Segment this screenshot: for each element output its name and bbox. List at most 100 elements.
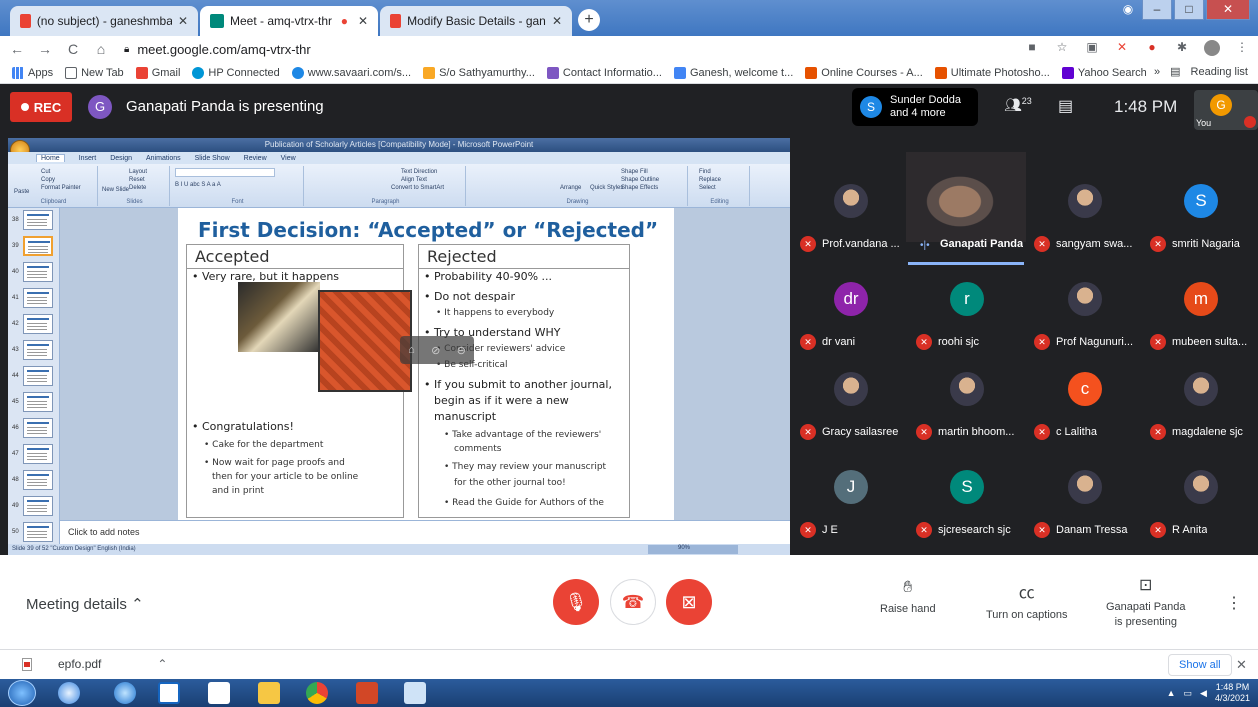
participant-tile[interactable]: S ✕ sjcresearch sjc bbox=[908, 436, 1024, 538]
new-slide-button[interactable]: New Slide bbox=[102, 186, 129, 194]
profile-icon[interactable]: ◉ bbox=[1116, 0, 1140, 20]
others-presenting[interactable]: S Sunder Dodda and 4 more bbox=[852, 88, 978, 126]
participant-tile[interactable]: m ✕ mubeen sulta... bbox=[1142, 248, 1258, 350]
reset-button[interactable]: Reset bbox=[103, 176, 166, 184]
download-item[interactable]: epfo.pdf ⌃ bbox=[22, 657, 167, 671]
font-format-buttons[interactable]: B I U abc S A a A bbox=[175, 181, 300, 189]
ribbon-tab-design[interactable]: Design bbox=[110, 155, 132, 162]
show-all-button[interactable]: Show all bbox=[1168, 654, 1232, 676]
app-icon[interactable] bbox=[404, 682, 426, 704]
shape-fill-button[interactable]: Shape Fill bbox=[471, 168, 684, 176]
people-button[interactable]: 👥︎23 bbox=[1004, 96, 1032, 114]
slide-thumb[interactable]: 45 bbox=[12, 390, 56, 414]
participant-tile[interactable]: ✕ Prof Nagunuri... bbox=[1026, 248, 1142, 350]
powerpoint-icon[interactable] bbox=[356, 682, 378, 704]
mic-toggle-button[interactable]: 🎙︎ bbox=[553, 579, 599, 625]
close-icon[interactable]: ✕ bbox=[1236, 657, 1247, 673]
media-icon[interactable] bbox=[158, 682, 180, 704]
avatar[interactable] bbox=[1204, 40, 1220, 56]
copy-button[interactable]: Copy bbox=[13, 176, 94, 184]
puzzle-icon[interactable]: ✱ bbox=[1174, 40, 1190, 56]
slide-thumb[interactable]: 48 bbox=[12, 468, 56, 492]
maximize-button[interactable]: □ bbox=[1174, 0, 1204, 20]
text-direction-button[interactable]: Text Direction bbox=[309, 168, 462, 176]
bookmark-photoshop[interactable]: Ultimate Photosho... bbox=[934, 66, 1050, 79]
bookmark-savaari[interactable]: www.savaari.com/s... bbox=[291, 66, 411, 79]
reload-icon[interactable]: C bbox=[62, 41, 84, 57]
find-button[interactable]: Find bbox=[693, 168, 746, 176]
tray-arrow-icon[interactable]: ▲ bbox=[1167, 688, 1176, 698]
chat-icon[interactable]: ▤ bbox=[1058, 96, 1073, 116]
notes-pane[interactable]: Click to add notes bbox=[60, 520, 790, 544]
back-icon[interactable]: ← bbox=[6, 41, 28, 57]
volume-icon[interactable]: ◀ bbox=[1200, 688, 1207, 699]
home-icon[interactable]: ⌂ bbox=[90, 41, 112, 57]
network-icon[interactable]: ▭ bbox=[1184, 688, 1193, 699]
notepad-icon[interactable] bbox=[208, 682, 230, 704]
participant-tile[interactable]: ✕ martin bhoom... bbox=[908, 338, 1024, 440]
ribbon-tab-insert[interactable]: Insert bbox=[79, 155, 97, 162]
ribbon-tab-slideshow[interactable]: Slide Show bbox=[195, 155, 230, 162]
ribbon-tab-review[interactable]: Review bbox=[244, 155, 267, 162]
video-control-overlay[interactable]: ⌂ ⊘ ⊖ bbox=[400, 336, 474, 364]
participant-tile[interactable]: ✕ R Anita bbox=[1142, 436, 1258, 538]
ribbon-tab-animations[interactable]: Animations bbox=[146, 155, 181, 162]
slide[interactable]: First Decision: “Accepted” or “Rejected”… bbox=[178, 208, 674, 520]
bookmark-courses[interactable]: Online Courses - A... bbox=[805, 66, 923, 79]
slide-thumb[interactable]: 42 bbox=[12, 312, 56, 336]
slide-thumb[interactable]: 43 bbox=[12, 338, 56, 362]
slide-thumb[interactable]: 38 bbox=[12, 208, 56, 232]
more-bookmarks-button[interactable]: » bbox=[1154, 66, 1160, 78]
mute-icon[interactable]: ⊘ bbox=[431, 344, 440, 357]
participant-tile[interactable]: c ✕ c Lalitha bbox=[1026, 338, 1142, 440]
raise-hand-button[interactable]: ✋︎ Raise hand bbox=[880, 579, 936, 615]
slide-thumb[interactable]: 49 bbox=[12, 494, 56, 518]
reading-list-button[interactable]: Reading list bbox=[1191, 66, 1248, 78]
media-player-icon[interactable] bbox=[58, 682, 80, 704]
more-options-icon[interactable]: ⋮ bbox=[1226, 593, 1242, 613]
ribbon-tab-view[interactable]: View bbox=[281, 155, 296, 162]
bookmark-gmail[interactable]: Gmail bbox=[135, 66, 180, 79]
arrange-button[interactable]: Arrange bbox=[560, 184, 581, 192]
participant-tile-active[interactable]: Ganapati Panda •|• bbox=[906, 152, 1026, 265]
zoom-slider[interactable]: 90% bbox=[648, 545, 738, 554]
folder-icon[interactable] bbox=[258, 682, 280, 704]
close-icon[interactable]: ✕ bbox=[178, 14, 188, 28]
slide-thumb[interactable]: 39 bbox=[12, 234, 56, 258]
slide-thumb[interactable]: 40 bbox=[12, 260, 56, 284]
layout-button[interactable]: Layout bbox=[103, 168, 166, 176]
bookmark-apps[interactable]: Apps bbox=[12, 66, 53, 79]
slide-thumb[interactable]: 46 bbox=[12, 416, 56, 440]
system-clock[interactable]: 1:48 PM 4/3/2021 bbox=[1215, 682, 1250, 704]
font-controls[interactable] bbox=[175, 168, 275, 177]
slide-thumb[interactable]: 44 bbox=[12, 364, 56, 388]
extension-icon[interactable]: ▣ bbox=[1084, 40, 1100, 56]
meeting-details-button[interactable]: Meeting details ⌃ bbox=[26, 595, 144, 613]
participant-tile[interactable]: ✕ Prof.vandana ... bbox=[792, 150, 908, 252]
participant-tile[interactable]: J ✕ J E bbox=[792, 436, 908, 538]
participant-tile[interactable]: ✕ magdalene sjc bbox=[1142, 338, 1258, 440]
start-button[interactable] bbox=[8, 680, 36, 706]
cut-button[interactable]: Cut bbox=[13, 168, 94, 176]
close-window-button[interactable]: ✕ bbox=[1206, 0, 1250, 20]
slide-thumb[interactable]: 41 bbox=[12, 286, 56, 310]
bookmark-contact[interactable]: Contact Informatio... bbox=[546, 66, 662, 79]
url-field[interactable]: 🔒︎ meet.google.com/amq-vtrx-thr bbox=[124, 42, 311, 57]
chrome-icon[interactable] bbox=[306, 682, 328, 704]
quick-styles-button[interactable]: Quick Styles bbox=[590, 184, 623, 192]
replace-button[interactable]: Replace bbox=[693, 176, 746, 184]
tab-gmail[interactable]: (no subject) - ganeshmba2008@ ✕ bbox=[10, 6, 198, 36]
bookmark-sathyamurthy[interactable]: S/o Sathyamurthy... bbox=[423, 66, 535, 79]
tab-modify-details[interactable]: Modify Basic Details - ganeshmb ✕ bbox=[380, 6, 572, 36]
chevron-up-icon[interactable]: ⌃ bbox=[157, 657, 167, 671]
camera-toggle-button[interactable]: ⊠ bbox=[666, 579, 712, 625]
slide-thumb[interactable]: 50 bbox=[12, 520, 56, 544]
participant-tile[interactable]: ✕ Danam Tressa bbox=[1026, 436, 1142, 538]
star-icon[interactable]: ☆ bbox=[1054, 40, 1070, 56]
bookmark-hp[interactable]: HP Connected bbox=[192, 66, 280, 79]
bookmark-ganesh[interactable]: Ganesh, welcome t... bbox=[673, 66, 793, 79]
captions-button[interactable]: ㏄ Turn on captions bbox=[986, 579, 1068, 621]
self-view-tile[interactable]: G You bbox=[1194, 90, 1258, 130]
participant-tile[interactable]: ✕ Gracy sailasree bbox=[792, 338, 908, 440]
minimize-button[interactable]: – bbox=[1142, 0, 1172, 20]
